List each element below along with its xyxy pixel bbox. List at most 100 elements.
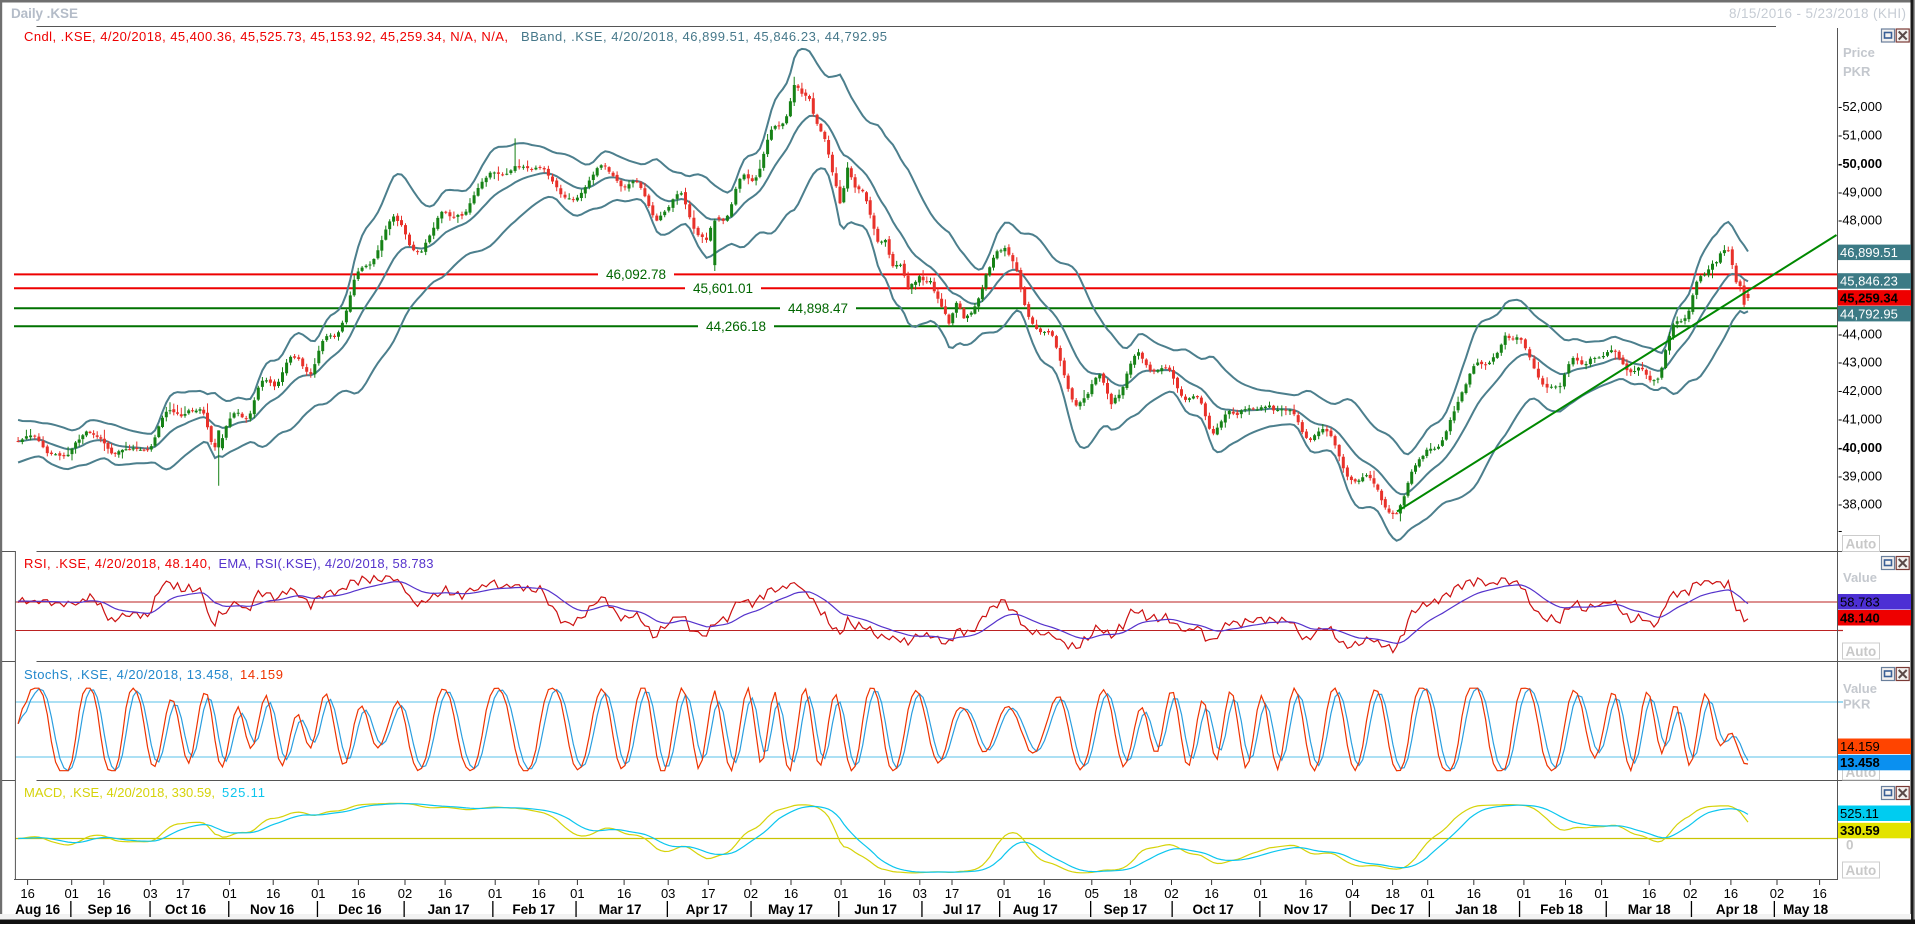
svg-text:-: -: [1838, 523, 1842, 538]
svg-text:16: 16: [1037, 886, 1051, 901]
svg-text:0: 0: [1846, 838, 1854, 853]
svg-text:45,259.34: 45,259.34: [1840, 290, 1899, 305]
svg-text:48.140: 48.140: [1840, 610, 1880, 625]
svg-text:16: 16: [1558, 886, 1572, 901]
svg-text:16: 16: [1812, 886, 1826, 901]
svg-text:Mar 18: Mar 18: [1628, 902, 1671, 917]
svg-text:02: 02: [1683, 886, 1697, 901]
svg-text:MACD, .KSE, 4/20/2018, 330.59,: MACD, .KSE, 4/20/2018, 330.59,: [24, 785, 215, 800]
svg-text:Auto: Auto: [1846, 863, 1877, 878]
svg-text:RSI, .KSE, 4/20/2018, 48.140,: RSI, .KSE, 4/20/2018, 48.140,: [24, 556, 211, 571]
svg-text:Dec 16: Dec 16: [338, 902, 382, 917]
svg-text:18: 18: [1123, 886, 1137, 901]
svg-text:330.59: 330.59: [1840, 823, 1880, 838]
svg-text:16: 16: [20, 886, 34, 901]
svg-text:46,092.78: 46,092.78: [606, 267, 666, 282]
svg-text:17: 17: [945, 886, 959, 901]
svg-text:BBand, .KSE, 4/20/2018, 46,899: BBand, .KSE, 4/20/2018, 46,899.51, 45,84…: [521, 29, 887, 44]
svg-text:Daily .KSE: Daily .KSE: [11, 6, 78, 21]
svg-text:-42,000: -42,000: [1838, 383, 1882, 398]
svg-text:Nov 16: Nov 16: [250, 902, 295, 917]
svg-text:14.159: 14.159: [1840, 739, 1880, 754]
svg-text:16: 16: [438, 886, 452, 901]
svg-text:45,846.23: 45,846.23: [1840, 274, 1898, 289]
svg-text:Sep 16: Sep 16: [88, 902, 132, 917]
svg-text:03: 03: [913, 886, 927, 901]
svg-text:Value: Value: [1843, 681, 1877, 696]
svg-text:58.783: 58.783: [1840, 594, 1880, 609]
svg-text:Nov 17: Nov 17: [1284, 902, 1328, 917]
svg-text:Auto: Auto: [1846, 644, 1877, 659]
svg-text:03: 03: [661, 886, 675, 901]
svg-text:05: 05: [1085, 886, 1099, 901]
svg-text:01: 01: [997, 886, 1011, 901]
svg-text:16: 16: [1299, 886, 1313, 901]
svg-text:02: 02: [744, 886, 758, 901]
svg-text:16: 16: [1724, 886, 1738, 901]
svg-text:-48,000: -48,000: [1838, 213, 1882, 228]
svg-text:Feb 17: Feb 17: [512, 902, 555, 917]
svg-text:17: 17: [176, 886, 190, 901]
svg-text:01: 01: [311, 886, 325, 901]
svg-text:Aug 16: Aug 16: [15, 902, 61, 917]
svg-text:525.11: 525.11: [222, 785, 265, 800]
svg-text:01: 01: [1517, 886, 1531, 901]
svg-text:-43,000: -43,000: [1838, 355, 1882, 370]
svg-text:Jun 17: Jun 17: [854, 902, 897, 917]
svg-text:46,899.51: 46,899.51: [1840, 245, 1898, 260]
svg-text:525.11: 525.11: [1840, 806, 1879, 821]
svg-text:-41,000: -41,000: [1838, 412, 1882, 427]
svg-text:13.458: 13.458: [1840, 755, 1880, 770]
svg-text:01: 01: [834, 886, 848, 901]
svg-text:Feb 18: Feb 18: [1540, 902, 1583, 917]
svg-text:PKR: PKR: [1843, 64, 1871, 79]
svg-text:-49,000: -49,000: [1838, 184, 1882, 199]
svg-text:44,266.18: 44,266.18: [706, 319, 766, 334]
svg-text:Price: Price: [1843, 45, 1875, 60]
svg-text:16: 16: [617, 886, 631, 901]
svg-text:18: 18: [1385, 886, 1399, 901]
svg-text:16: 16: [784, 886, 798, 901]
svg-text:14.159: 14.159: [240, 667, 283, 682]
svg-text:16: 16: [532, 886, 546, 901]
svg-text:Cndl, .KSE, 4/20/2018, 45,400.: Cndl, .KSE, 4/20/2018, 45,400.36, 45,525…: [24, 29, 508, 44]
svg-text:PKR: PKR: [1843, 697, 1871, 712]
svg-text:16: 16: [266, 886, 280, 901]
svg-text:01: 01: [570, 886, 584, 901]
svg-text:Sep 17: Sep 17: [1104, 902, 1148, 917]
svg-text:Value: Value: [1843, 570, 1877, 585]
svg-text:StochS, .KSE, 4/20/2018, 13.45: StochS, .KSE, 4/20/2018, 13.458,: [24, 667, 233, 682]
svg-text:Apr 17: Apr 17: [686, 902, 728, 917]
svg-text:01: 01: [1594, 886, 1608, 901]
svg-text:-38,000: -38,000: [1838, 497, 1882, 512]
svg-text:May 18: May 18: [1783, 902, 1829, 917]
svg-text:03: 03: [143, 886, 157, 901]
svg-text:01: 01: [64, 886, 78, 901]
svg-text:Dec 17: Dec 17: [1371, 902, 1415, 917]
svg-text:Jan 17: Jan 17: [428, 902, 470, 917]
svg-text:16: 16: [1642, 886, 1656, 901]
svg-text:01: 01: [222, 886, 236, 901]
svg-text:-39,000: -39,000: [1838, 468, 1882, 483]
svg-text:Oct 17: Oct 17: [1192, 902, 1233, 917]
svg-text:Jan 18: Jan 18: [1455, 902, 1498, 917]
svg-text:Mar 17: Mar 17: [599, 902, 642, 917]
svg-text:8/15/2016 - 5/23/2018 (KHI): 8/15/2016 - 5/23/2018 (KHI): [1729, 6, 1906, 21]
svg-text:Oct 16: Oct 16: [165, 902, 207, 917]
svg-text:16: 16: [351, 886, 365, 901]
svg-text:16: 16: [877, 886, 891, 901]
svg-text:Jul 17: Jul 17: [943, 902, 981, 917]
svg-text:-50,000: -50,000: [1838, 156, 1882, 171]
svg-text:44,898.47: 44,898.47: [788, 301, 848, 316]
svg-text:02: 02: [1770, 886, 1784, 901]
svg-text:Apr 18: Apr 18: [1716, 902, 1759, 917]
svg-text:01: 01: [488, 886, 502, 901]
svg-text:16: 16: [97, 886, 111, 901]
svg-text:May 17: May 17: [768, 902, 813, 917]
svg-text:-40,000: -40,000: [1838, 440, 1882, 455]
svg-text:01: 01: [1253, 886, 1267, 901]
svg-text:45,601.01: 45,601.01: [693, 281, 753, 296]
svg-text:Auto: Auto: [1846, 537, 1877, 552]
svg-text:EMA, RSI(.KSE), 4/20/2018, 58.: EMA, RSI(.KSE), 4/20/2018, 58.783: [219, 556, 434, 571]
svg-text:01: 01: [1420, 886, 1434, 901]
